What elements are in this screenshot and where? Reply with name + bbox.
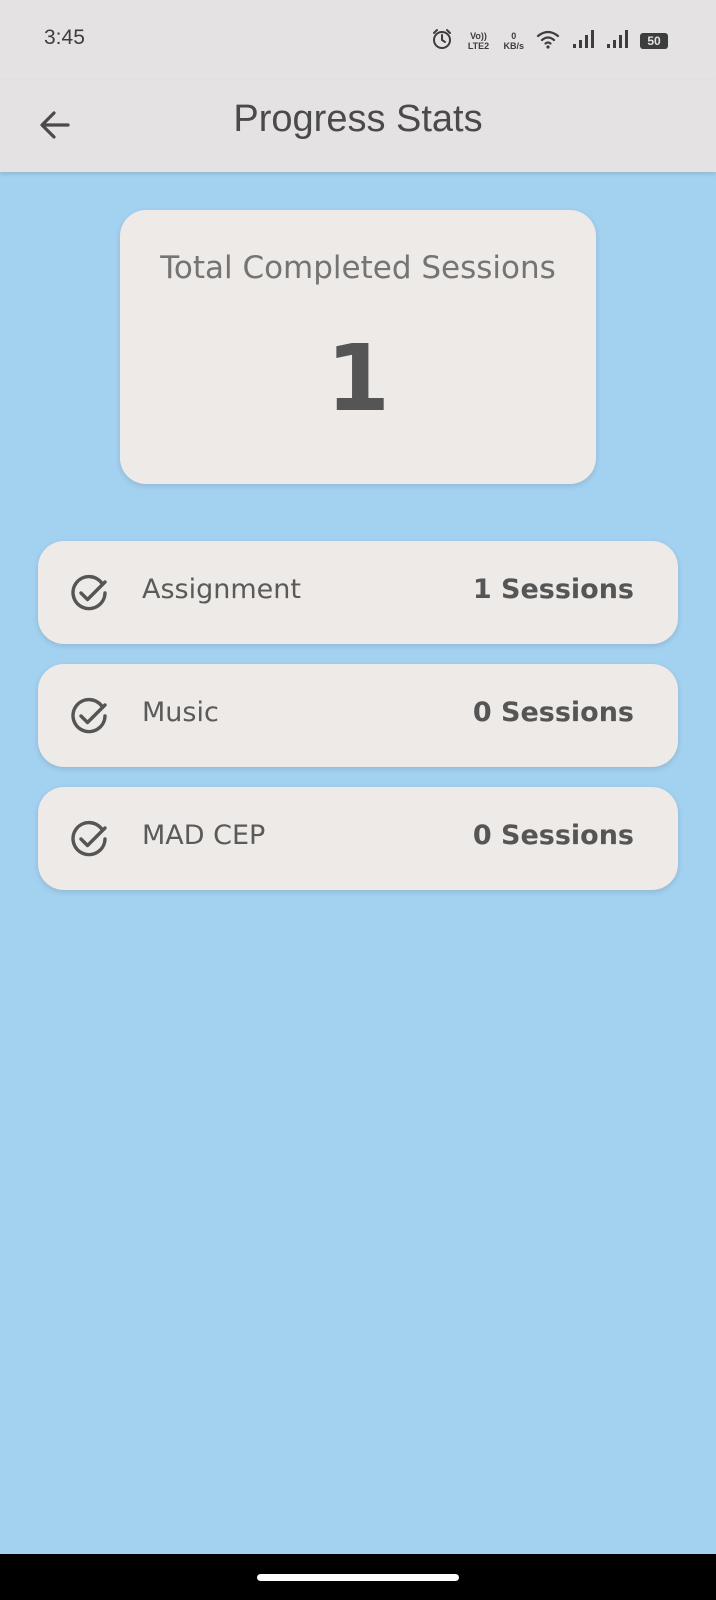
session-list: Assignment 1 Sessions Music 0 Sessions M… <box>38 541 678 910</box>
check-circle-icon <box>71 697 107 734</box>
app-bar: Progress Stats <box>0 80 716 172</box>
total-sessions-label: Total Completed Sessions <box>160 250 556 286</box>
alarm-icon <box>431 28 453 54</box>
list-item-name: Assignment <box>142 574 301 605</box>
net-speed-value: 0 <box>511 31 517 41</box>
list-item[interactable]: Music 0 Sessions <box>38 664 678 767</box>
total-sessions-value: 1 <box>325 325 390 432</box>
list-item-name: MAD CEP <box>142 820 266 851</box>
list-item-count: 0 Sessions <box>472 820 634 851</box>
status-time: 3:45 <box>44 26 85 49</box>
list-item[interactable]: MAD CEP 0 Sessions <box>38 787 678 890</box>
signal-icon <box>606 29 628 53</box>
check-circle-icon <box>71 574 107 611</box>
net-speed-unit: KB/s <box>503 41 524 51</box>
list-item[interactable]: Assignment 1 Sessions <box>38 541 678 644</box>
list-item-count: 1 Sessions <box>472 574 634 605</box>
page-title: Progress Stats <box>233 98 483 140</box>
wifi-icon <box>536 29 560 53</box>
status-bar: 3:45 Vo)) LTE2 0 KB/s 50 <box>0 0 716 80</box>
net-speed: 0 KB/s <box>503 31 524 51</box>
list-item-count: 0 Sessions <box>472 697 634 728</box>
signal-icon <box>572 29 594 53</box>
system-nav-bar <box>0 1554 716 1600</box>
battery-icon: 50 <box>640 33 668 49</box>
volte-icon: Vo)) LTE2 <box>467 31 490 51</box>
status-icons: Vo)) LTE2 0 KB/s 50 <box>431 26 668 56</box>
total-sessions-card: Total Completed Sessions 1 <box>120 210 596 484</box>
home-indicator[interactable] <box>257 1574 459 1581</box>
check-circle-icon <box>71 820 107 857</box>
list-item-name: Music <box>142 697 219 728</box>
